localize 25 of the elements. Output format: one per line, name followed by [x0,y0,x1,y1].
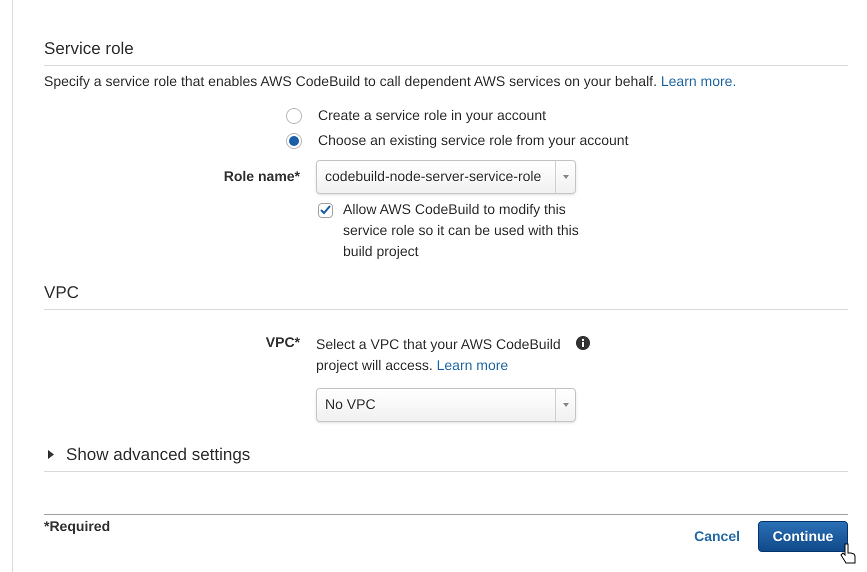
advanced-settings-toggle[interactable]: Show advanced settings [44,444,848,472]
section-title: VPC [44,282,848,310]
cancel-link[interactable]: Cancel [694,528,740,546]
help-text: Select a VPC that your AWS CodeBuild project will access. Learn more [316,335,562,375]
radio-button[interactable] [286,108,302,124]
vpc-select[interactable]: No VPC [316,388,576,422]
radio-button[interactable] [286,133,302,149]
field-label: VPC* [264,334,301,352]
learn-more-link[interactable]: Learn more. [660,73,736,90]
info-icon[interactable] [576,336,590,350]
required-note: *Required [44,518,110,536]
continue-button[interactable]: Continue [758,521,848,552]
checkbox[interactable] [318,202,333,218]
radio-label: Choose an existing service role from your account [318,132,628,150]
field-label: Role name* [222,166,301,186]
caret-icon [48,450,54,460]
description: Specify a service role that enables AWS CodeBuild to call dependent AWS services on your behalf. Learn more. [44,73,738,91]
role-select[interactable]: codebuild-node-server-service-role [316,160,576,194]
learn-more-link[interactable]: Learn more [436,357,508,373]
section-title: Service role [44,38,848,66]
radio-label: Create a service role in your account [318,106,546,124]
caret-icon [562,403,568,407]
pointer-cursor-icon [840,543,857,565]
checkbox-label: Allow AWS CodeBuild to modify this service role so it can be used with this build project [343,200,580,261]
caret-icon [562,174,568,179]
